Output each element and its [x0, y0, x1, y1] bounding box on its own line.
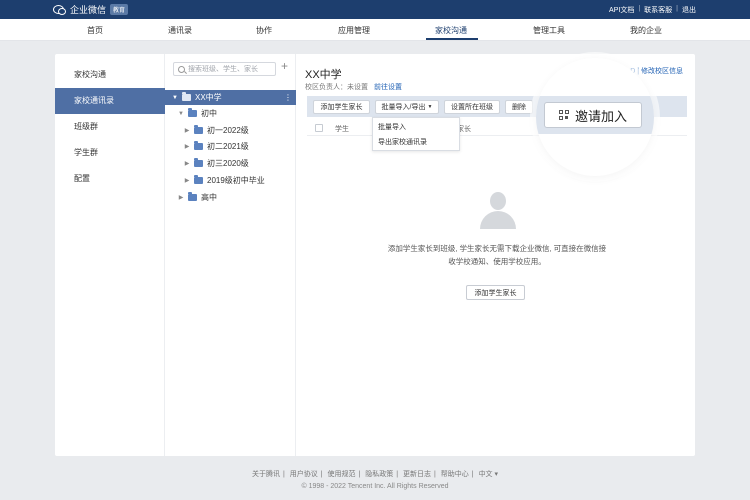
caret-right-icon[interactable]: ▶ [183, 143, 191, 150]
batch-import-export-label: 批量导入/导出 [381, 104, 426, 111]
owner-info: 校区负责人：未设置 前往设置 [305, 82, 402, 92]
tree-node-label: 初二2021级 [207, 142, 249, 151]
folder-icon [188, 192, 197, 201]
chevron-down-icon: ▼ [427, 104, 433, 110]
menu-item-export-contacts[interactable]: 导出家校通讯录 [378, 137, 427, 147]
top-links: API文档 | 联系客服 | 退出 [609, 5, 696, 15]
footer-changelog-link[interactable]: 更新日志 [403, 471, 431, 478]
folder-icon [188, 108, 197, 117]
folder-icon [194, 158, 203, 167]
tree-node-grade[interactable]: ▶ 初一2022级 [165, 123, 296, 138]
add-icon[interactable]: + [281, 59, 288, 73]
invite-join-button[interactable]: 邀请加入 [544, 102, 642, 128]
tree-node-label: 初三2020级 [207, 159, 249, 168]
divider: | [638, 5, 641, 12]
logout-link[interactable]: 退出 [682, 5, 696, 15]
batch-import-export-button[interactable]: 批量导入/导出 ▼ [375, 100, 439, 114]
caret-right-icon[interactable]: ▶ [183, 127, 191, 134]
brand[interactable]: 企业微信 教育 [53, 3, 129, 16]
tree-node-root[interactable]: ▼ XX中学 ⋮ [165, 90, 296, 105]
nav-contacts[interactable]: 通讯录 [168, 25, 192, 36]
page-title: XX中学 [305, 69, 342, 81]
tree-node-senior[interactable]: ▶ 高中 [165, 190, 296, 205]
owner-label: 校区负责人：未设置 [305, 84, 368, 91]
nav-collaboration[interactable]: 协作 [256, 25, 272, 36]
footer-about-link[interactable]: 关于腾讯 [252, 471, 280, 478]
sidebar-item-contacts[interactable]: 家校通讯录 [55, 88, 165, 114]
tree-node-label: 初中 [201, 109, 217, 118]
folder-icon [194, 125, 203, 134]
nav-active-indicator [426, 38, 478, 40]
edu-badge: 教育 [110, 4, 129, 15]
caret-down-icon[interactable]: ▼ [171, 95, 179, 101]
sidebar-item-class-groups[interactable]: 班级群 [55, 114, 165, 140]
footer-help-link[interactable]: 帮助中心 [441, 471, 469, 478]
org-tree-panel: 搜索班级、学生、家长 + ▼ XX中学 ⋮ ▼ 初中 ▶ 初一2022级 ▶ 初… [165, 54, 296, 456]
tree-node-label: 初一2022级 [207, 126, 249, 135]
folder-icon [194, 175, 203, 184]
tree-node-grade[interactable]: ▶ 初二2021级 [165, 139, 296, 154]
search-placeholder: 搜索班级、学生、家长 [188, 66, 258, 73]
magnifier-callout: 邀请加入 [536, 58, 654, 176]
tree-node-junior[interactable]: ▼ 初中 [165, 106, 296, 121]
sidebar: 家校沟通 家校通讯录 班级群 学生群 配置 [55, 54, 165, 456]
sidebar-item-home-school[interactable]: 家校沟通 [55, 62, 165, 88]
top-bar: 企业微信 教育 API文档 | 联系客服 | 退出 [0, 0, 750, 19]
nav-app-management[interactable]: 应用管理 [338, 25, 370, 36]
nav-management-tools[interactable]: 管理工具 [533, 25, 565, 36]
caret-right-icon[interactable]: ▶ [177, 194, 185, 201]
brand-name: 企业微信 [70, 5, 107, 15]
footer-links: 关于腾讯 | 用户协议 | 使用规范 | 隐私政策 | 更新日志 | 帮助中心 | 中文 ▾ [251, 471, 499, 478]
go-settings-link[interactable]: 前往设置 [374, 84, 402, 91]
sidebar-item-student-groups[interactable]: 学生群 [55, 140, 165, 166]
empty-add-parent-button[interactable]: 添加学生家长 [466, 285, 525, 300]
contact-support-link[interactable]: 联系客服 [644, 5, 672, 15]
tree-node-grade[interactable]: ▶ 2019级初中毕业 [165, 173, 296, 188]
tree-node-grade[interactable]: ▶ 初三2020级 [165, 156, 296, 171]
search-icon [178, 65, 185, 73]
tree-node-label: 高中 [201, 193, 217, 202]
main-nav: 首页 通讯录 协作 应用管理 家校沟通 管理工具 我的企业 [0, 19, 750, 41]
footer-rules-link[interactable]: 使用规范 [328, 471, 356, 478]
more-icon[interactable]: ⋮ [284, 93, 292, 102]
edit-campus-link[interactable]: D | 修改校区信息 [630, 66, 683, 76]
caret-right-icon[interactable]: ▶ [183, 177, 191, 184]
nav-home[interactable]: 首页 [87, 25, 103, 36]
avatar-head [490, 192, 506, 210]
nav-my-enterprise[interactable]: 我的企业 [630, 25, 662, 36]
footer-privacy-link[interactable]: 隐私政策 [365, 471, 393, 478]
footer-terms-link[interactable]: 用户协议 [290, 471, 318, 478]
footer-language-select[interactable]: 中文 ▾ [479, 471, 498, 478]
invite-join-label: 邀请加入 [574, 108, 627, 124]
folder-icon [182, 92, 191, 101]
qr-code-icon [558, 110, 569, 120]
empty-avatar-icon [478, 192, 518, 232]
batch-dropdown-menu: 批量导入 导出家校通讯录 [372, 117, 460, 151]
menu-item-batch-import[interactable]: 批量导入 [378, 122, 406, 132]
caret-right-icon[interactable]: ▶ [183, 160, 191, 167]
tree-node-label: 2019级初中毕业 [207, 176, 265, 185]
sidebar-item-config[interactable]: 配置 [55, 166, 165, 192]
set-class-button[interactable]: 设置所在班级 [444, 100, 500, 114]
select-all-checkbox[interactable] [315, 124, 323, 132]
avatar-body [480, 211, 516, 229]
delete-button[interactable]: 删除 [505, 100, 533, 114]
search-input[interactable]: 搜索班级、学生、家长 [173, 62, 276, 76]
api-docs-link[interactable]: API文档 [609, 5, 634, 15]
divider: | [676, 5, 678, 12]
copyright: © 1998 - 2022 Tencent Inc. All Rights Re… [301, 483, 449, 490]
column-student: 学生 [335, 126, 349, 133]
nav-home-school[interactable]: 家校沟通 [435, 25, 467, 36]
add-parent-button[interactable]: 添加学生家长 [313, 100, 370, 114]
wework-logo-icon [53, 4, 66, 15]
caret-down-icon[interactable]: ▼ [177, 111, 185, 117]
empty-state-text: 添加学生家长到班级, 学生家长无需下载企业微信, 可直接在微信接收学校通知、使用… [387, 244, 607, 266]
tree-node-label: XX中学 [195, 93, 222, 102]
folder-icon [194, 141, 203, 150]
